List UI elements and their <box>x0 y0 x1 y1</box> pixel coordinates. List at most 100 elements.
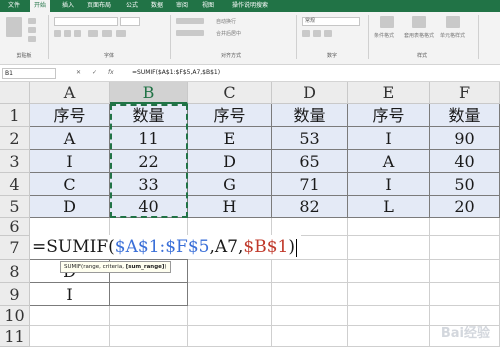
underline-icon[interactable] <box>74 30 81 37</box>
row-header-7[interactable]: 7 <box>0 236 30 260</box>
cell-d9[interactable] <box>272 283 348 306</box>
row-header-10[interactable]: 10 <box>0 306 30 326</box>
table-cell[interactable]: I <box>348 127 430 150</box>
wrap-text-button[interactable]: 自动换行 <box>216 18 236 25</box>
copy-icon[interactable] <box>28 27 36 33</box>
table-cell[interactable]: 50 <box>430 173 500 196</box>
italic-icon[interactable] <box>64 30 71 37</box>
number-format-select[interactable]: 常规 <box>302 17 360 26</box>
cell-a6[interactable] <box>30 218 110 236</box>
row-header-3[interactable]: 3 <box>0 150 30 173</box>
cell-e6[interactable] <box>348 218 430 236</box>
cell-e10[interactable] <box>348 306 430 326</box>
tab-file[interactable]: 文件 <box>8 0 20 12</box>
cell-f6[interactable] <box>430 218 500 236</box>
table-cell[interactable]: E <box>188 127 272 150</box>
table-cell[interactable]: H <box>188 196 272 218</box>
horizontal-align-icon[interactable] <box>176 30 204 36</box>
select-all-corner[interactable] <box>0 82 30 104</box>
cell-e9[interactable] <box>348 283 430 306</box>
table-cell[interactable]: D <box>188 150 272 173</box>
table-cell[interactable]: I <box>348 173 430 196</box>
row-header-8[interactable]: 8 <box>0 260 30 283</box>
cell-f8[interactable] <box>430 260 500 283</box>
table-cell[interactable]: L <box>348 196 430 218</box>
table-cell[interactable]: 11 <box>110 127 188 150</box>
row-header-9[interactable]: 9 <box>0 283 30 306</box>
merge-center-button[interactable]: 合并后居中 <box>216 30 241 37</box>
tab-page-layout[interactable]: 页面布局 <box>87 0 111 12</box>
tab-insert[interactable]: 插入 <box>62 0 74 12</box>
cell-a11[interactable] <box>30 326 110 347</box>
cell-e7[interactable] <box>348 236 430 260</box>
table-cell[interactable]: C <box>30 173 110 196</box>
table-cell[interactable]: 数量 <box>110 104 188 127</box>
table-cell[interactable]: 65 <box>272 150 348 173</box>
cell-d6[interactable] <box>272 218 348 236</box>
table-cell[interactable]: 40 <box>110 196 188 218</box>
table-cell[interactable]: 22 <box>110 150 188 173</box>
in-cell-formula-editor[interactable]: =SUMIF($A$1:$F$5,A7,$B$1) <box>30 235 301 259</box>
percent-icon[interactable] <box>313 30 321 37</box>
cell-c6[interactable] <box>188 218 272 236</box>
fill-color-icon[interactable] <box>102 30 112 37</box>
table-cell[interactable]: 33 <box>110 173 188 196</box>
cell-e8[interactable] <box>348 260 430 283</box>
table-cell[interactable]: 数量 <box>272 104 348 127</box>
table-cell[interactable]: 20 <box>430 196 500 218</box>
cell-d11[interactable] <box>272 326 348 347</box>
cell-styles-icon[interactable] <box>446 16 460 28</box>
cell-d8[interactable] <box>272 260 348 283</box>
table-cell[interactable]: 53 <box>272 127 348 150</box>
font-name-box[interactable] <box>54 17 118 26</box>
cancel-icon[interactable]: ✕ <box>76 69 81 76</box>
table-cell[interactable]: A <box>30 127 110 150</box>
cell-c11[interactable] <box>188 326 272 347</box>
conditional-format-icon[interactable] <box>380 16 394 28</box>
table-cell[interactable]: 数量 <box>430 104 500 127</box>
bold-icon[interactable] <box>54 30 61 37</box>
cell-c9[interactable] <box>188 283 272 306</box>
cell-c8[interactable] <box>188 260 272 283</box>
table-cell[interactable]: 90 <box>430 127 500 150</box>
cell-styles-button[interactable]: 单元格样式 <box>440 32 465 39</box>
cell-c10[interactable] <box>188 306 272 326</box>
row-header-6[interactable]: 6 <box>0 218 30 236</box>
table-cell[interactable]: D <box>30 196 110 218</box>
cell-f9[interactable] <box>430 283 500 306</box>
comma-icon[interactable] <box>324 30 332 37</box>
conditional-format-button[interactable]: 条件格式 <box>374 32 394 39</box>
table-cell[interactable]: 序号 <box>348 104 430 127</box>
row-header-4[interactable]: 4 <box>0 173 30 196</box>
format-as-table-icon[interactable] <box>412 16 426 28</box>
column-header-f[interactable]: F <box>430 82 500 104</box>
tab-home[interactable]: 开始 <box>30 0 51 12</box>
cell-a9[interactable]: I <box>30 283 110 306</box>
cell-b6[interactable] <box>110 218 188 236</box>
font-color-icon[interactable] <box>116 30 126 37</box>
cell-f7[interactable] <box>430 236 500 260</box>
column-header-a[interactable]: A <box>30 82 110 104</box>
cell-b9[interactable] <box>110 283 188 306</box>
row-header-11[interactable]: 11 <box>0 326 30 347</box>
table-cell[interactable]: 71 <box>272 173 348 196</box>
formula-input[interactable]: =SUMIF($A$1:$F$5,A7,$B$1) <box>132 69 220 76</box>
format-painter-icon[interactable] <box>28 36 36 42</box>
column-header-c[interactable]: C <box>188 82 272 104</box>
tell-me-search[interactable]: 操作说明搜索 <box>232 0 268 12</box>
row-header-1[interactable]: 1 <box>0 104 30 127</box>
column-header-d[interactable]: D <box>272 82 348 104</box>
table-cell[interactable]: 82 <box>272 196 348 218</box>
cell-b11[interactable] <box>110 326 188 347</box>
cell-a10[interactable] <box>30 306 110 326</box>
table-cell[interactable]: G <box>188 173 272 196</box>
vertical-align-icon[interactable] <box>176 18 204 24</box>
column-header-e[interactable]: E <box>348 82 430 104</box>
cell-b10[interactable] <box>110 306 188 326</box>
tab-data[interactable]: 数据 <box>151 0 163 12</box>
format-as-table-button[interactable]: 套用表格格式 <box>404 32 434 39</box>
row-header-5[interactable]: 5 <box>0 196 30 218</box>
table-cell[interactable]: 序号 <box>30 104 110 127</box>
tab-formulas[interactable]: 公式 <box>126 0 138 12</box>
cell-e11[interactable] <box>348 326 430 347</box>
